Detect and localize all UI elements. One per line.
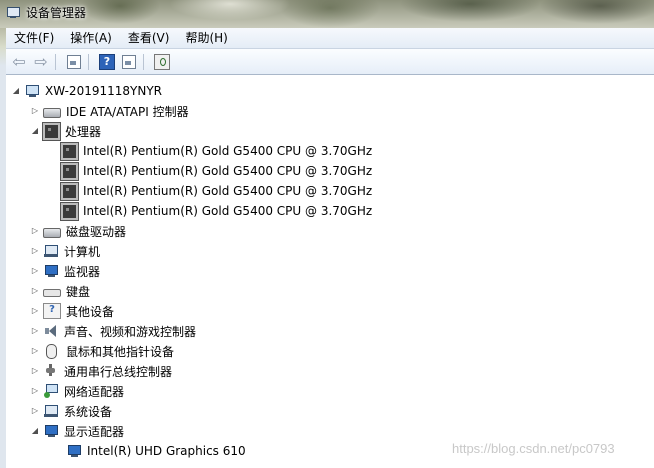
device-manager-app-icon — [6, 5, 20, 19]
tree-item-mice[interactable]: ▷ 鼠标和其他指针设备 — [31, 341, 174, 361]
menu-file[interactable]: 文件(F) — [6, 28, 62, 48]
collapse-icon[interactable]: ◢ — [31, 427, 39, 435]
tree-item-sound-controllers[interactable]: ▷ 声音、视频和游戏控制器 — [31, 321, 196, 341]
speaker-icon — [43, 324, 59, 338]
tree-item-label: 系统设备 — [64, 404, 113, 419]
expand-icon[interactable]: ▷ — [31, 327, 39, 335]
tree-item-label: Intel(R) Pentium(R) Gold G5400 CPU @ 3.7… — [83, 144, 373, 158]
watermark-text: https://blog.csdn.net/pc0793 — [452, 441, 615, 456]
processor-icon — [61, 162, 78, 180]
tree-item-label: 网络适配器 — [64, 384, 125, 399]
tree-item-label: 其他设备 — [66, 304, 115, 319]
expand-icon[interactable]: ▷ — [31, 307, 39, 315]
tree-item-label: Intel(R) Pentium(R) Gold G5400 CPU @ 3.7… — [83, 164, 373, 178]
toolbar-separator — [143, 53, 144, 70]
collapse-icon[interactable]: ◢ — [31, 127, 39, 135]
tree-item-label: 键盘 — [66, 284, 91, 299]
tree-item-label: 计算机 — [64, 244, 101, 259]
help-icon[interactable]: ? — [98, 53, 116, 71]
expand-icon[interactable]: ▷ — [31, 267, 39, 275]
computer-icon — [43, 244, 59, 258]
expand-icon[interactable]: ▷ — [31, 407, 39, 415]
expand-icon[interactable]: ▷ — [31, 287, 39, 295]
tree-item-cpu[interactable]: Intel(R) Pentium(R) Gold G5400 CPU @ 3.7… — [61, 201, 372, 221]
window-title: 设备管理器 — [26, 5, 87, 20]
properties-icon[interactable] — [65, 53, 83, 71]
unknown-device-icon: ? — [43, 303, 61, 319]
processor-icon — [61, 142, 78, 160]
tree-item-processors[interactable]: ◢ 处理器 — [31, 121, 101, 141]
tree-item-cpu[interactable]: Intel(R) Pentium(R) Gold G5400 CPU @ 3.7… — [61, 141, 372, 161]
update-driver-icon[interactable] — [120, 53, 138, 71]
toolbar-separator — [88, 53, 89, 70]
toolbar: ⇦ ⇨ ? — [6, 49, 654, 75]
expand-icon[interactable]: ▷ — [31, 347, 39, 355]
expand-icon[interactable]: ▷ — [31, 367, 39, 375]
tree-item-usb-controllers[interactable]: ▷ 通用串行总线控制器 — [31, 361, 172, 381]
tree-item-system-devices[interactable]: ▷ 系统设备 — [31, 401, 112, 421]
tree-item-display-adapters[interactable]: ◢ 显示适配器 — [31, 421, 124, 441]
device-tree-pane[interactable]: ◢ XW-20191118YNYR ▷ IDE ATA/ATAPI 控制器 ◢ … — [6, 75, 654, 468]
disk-drive-icon — [43, 227, 61, 238]
menu-bar: 文件(F) 操作(A) 查看(V) 帮助(H) — [6, 28, 654, 49]
menu-view[interactable]: 查看(V) — [120, 28, 178, 48]
monitor-icon — [43, 264, 59, 278]
tree-root[interactable]: ◢ XW-20191118YNYR — [12, 81, 162, 101]
expand-icon[interactable]: ▷ — [31, 227, 39, 235]
tree-item-label: Intel(R) Pentium(R) Gold G5400 CPU @ 3.7… — [83, 184, 373, 198]
expand-icon[interactable]: ▷ — [31, 387, 39, 395]
forward-arrow-icon[interactable]: ⇨ — [32, 52, 50, 71]
tree-item-cpu[interactable]: Intel(R) Pentium(R) Gold G5400 CPU @ 3.7… — [61, 161, 372, 181]
network-adapter-icon — [43, 384, 59, 398]
ide-controller-icon — [43, 107, 61, 118]
scan-hardware-icon[interactable] — [153, 53, 171, 71]
expand-icon[interactable]: ▷ — [31, 107, 39, 115]
processor-icon — [61, 182, 78, 200]
system-device-icon — [43, 404, 59, 418]
tree-item-cpu[interactable]: Intel(R) Pentium(R) Gold G5400 CPU @ 3.7… — [61, 181, 372, 201]
processor-icon — [61, 202, 78, 220]
collapse-icon[interactable]: ◢ — [12, 87, 20, 95]
tree-item-disk-drives[interactable]: ▷ 磁盘驱动器 — [31, 221, 126, 241]
menu-help[interactable]: 帮助(H) — [177, 28, 235, 48]
tree-item-label: Intel(R) UHD Graphics 610 — [87, 444, 246, 458]
expand-icon[interactable]: ▷ — [31, 247, 39, 255]
tree-item-network-adapters[interactable]: ▷ 网络适配器 — [31, 381, 124, 401]
device-manager-window: 设备管理器 文件(F) 操作(A) 查看(V) 帮助(H) ⇦ ⇨ ? ◢ XW… — [0, 0, 654, 468]
tree-item-label: Intel(R) Pentium(R) Gold G5400 CPU @ 3.7… — [83, 204, 373, 218]
tree-root-label: XW-20191118YNYR — [45, 84, 162, 98]
toolbar-separator — [55, 53, 56, 70]
tree-item-label: 磁盘驱动器 — [66, 224, 127, 239]
tree-item-label: 声音、视频和游戏控制器 — [64, 324, 197, 339]
tree-item-monitors[interactable]: ▷ 监视器 — [31, 261, 100, 281]
menu-action[interactable]: 操作(A) — [62, 28, 120, 48]
processor-icon — [43, 122, 60, 140]
tree-item-label: 处理器 — [65, 124, 102, 139]
tree-item-gpu[interactable]: Intel(R) UHD Graphics 610 — [66, 441, 246, 461]
tree-item-label: IDE ATA/ATAPI 控制器 — [66, 104, 189, 119]
display-adapter-icon — [43, 424, 59, 438]
tree-item-ide-controller[interactable]: ▷ IDE ATA/ATAPI 控制器 — [31, 101, 189, 121]
display-adapter-icon — [66, 444, 82, 458]
computer-icon — [24, 84, 40, 98]
tree-item-keyboards[interactable]: ▷ 键盘 — [31, 281, 90, 301]
title-bar[interactable]: 设备管理器 — [0, 0, 654, 24]
mouse-icon — [46, 343, 57, 359]
usb-icon — [43, 364, 59, 378]
tree-item-label: 鼠标和其他指针设备 — [66, 344, 175, 359]
tree-item-label: 显示适配器 — [64, 424, 125, 439]
back-arrow-icon[interactable]: ⇦ — [10, 52, 28, 71]
tree-item-computer[interactable]: ▷ 计算机 — [31, 241, 100, 261]
tree-item-label: 通用串行总线控制器 — [64, 364, 173, 379]
tree-item-label: 监视器 — [64, 264, 101, 279]
keyboard-icon — [43, 289, 61, 297]
tree-item-other-devices[interactable]: ▷ ? 其他设备 — [31, 301, 114, 321]
